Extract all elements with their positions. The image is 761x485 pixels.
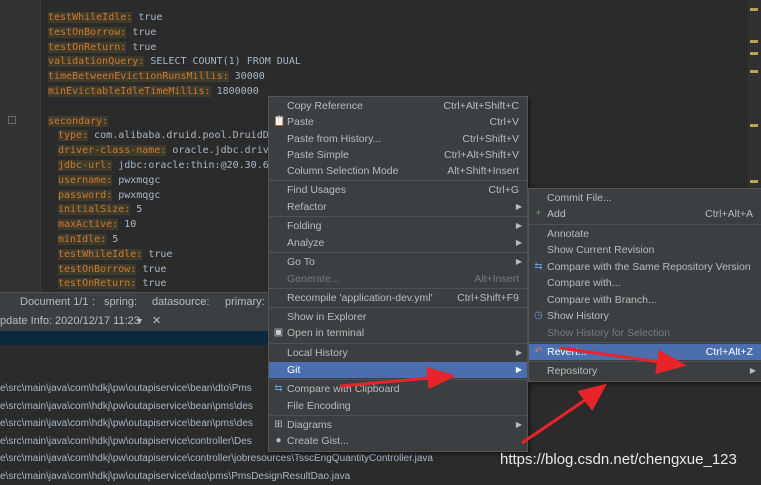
arrow-from-bottom: [521, 396, 589, 445]
watermark: https://blog.csdn.net/chengxue_123: [500, 451, 737, 468]
arrow-to-git: [339, 376, 431, 388]
arrow-to-revert: [559, 346, 661, 364]
annotation-arrows: [339, 346, 687, 445]
arrow-head-icon: [426, 366, 457, 390]
arrow-head-icon: [577, 383, 607, 411]
arrow-head-icon: [655, 349, 687, 375]
